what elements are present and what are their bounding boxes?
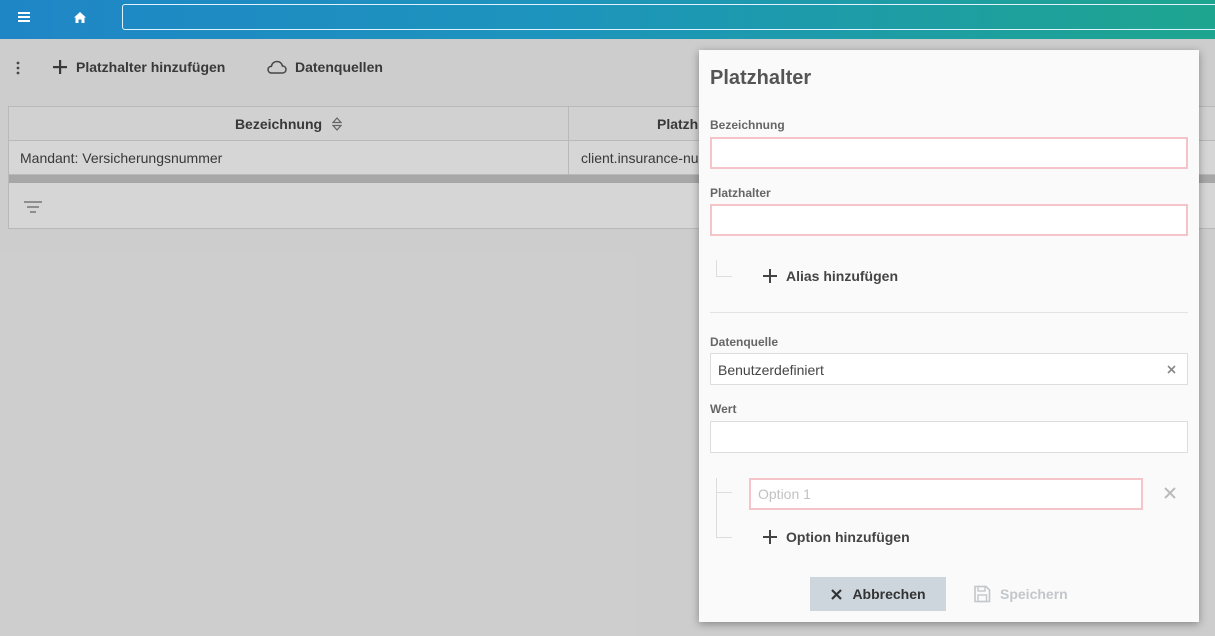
floppy-disk-icon [974, 585, 991, 603]
save-button[interactable]: Speichern [973, 577, 1093, 611]
close-icon [1164, 487, 1176, 499]
close-icon [1167, 365, 1176, 374]
close-icon [831, 588, 843, 600]
cancel-button[interactable]: Abbrechen [810, 577, 946, 611]
placeholder-field[interactable] [710, 204, 1188, 236]
search-input[interactable] [122, 4, 1215, 30]
tree-connector [716, 478, 732, 493]
tree-connector [716, 260, 732, 277]
option-placeholder: Option 1 [758, 486, 811, 502]
tree-connector [716, 493, 732, 538]
placeholder-dialog: Platzhalter Bezeichnung Platzhalter Alia… [699, 50, 1199, 622]
top-bar [0, 0, 1215, 39]
datasource-value: Benutzerdefiniert [718, 362, 824, 378]
datasource-select[interactable]: Benutzerdefiniert [710, 353, 1188, 385]
divider [710, 312, 1188, 313]
plus-icon [763, 530, 777, 544]
value-field[interactable] [710, 421, 1188, 453]
name-label: Bezeichnung [710, 118, 785, 132]
dialog-title: Platzhalter [710, 67, 812, 89]
plus-icon [763, 269, 777, 283]
menu-button[interactable] [4, 0, 44, 34]
datasource-label: Datenquelle [710, 335, 779, 349]
name-field[interactable] [710, 137, 1188, 169]
value-label: Wert [710, 402, 737, 416]
hamburger-icon [18, 12, 30, 22]
add-option-button[interactable]: Option hinzufügen [763, 529, 910, 545]
placeholder-label: Platzhalter [710, 186, 771, 200]
clear-datasource-button[interactable] [1166, 362, 1177, 378]
add-alias-button[interactable]: Alias hinzufügen [763, 268, 898, 284]
home-button[interactable] [60, 0, 100, 34]
home-icon [74, 11, 86, 23]
option-input[interactable]: Option 1 [749, 478, 1143, 510]
remove-option-button[interactable] [1163, 486, 1177, 503]
